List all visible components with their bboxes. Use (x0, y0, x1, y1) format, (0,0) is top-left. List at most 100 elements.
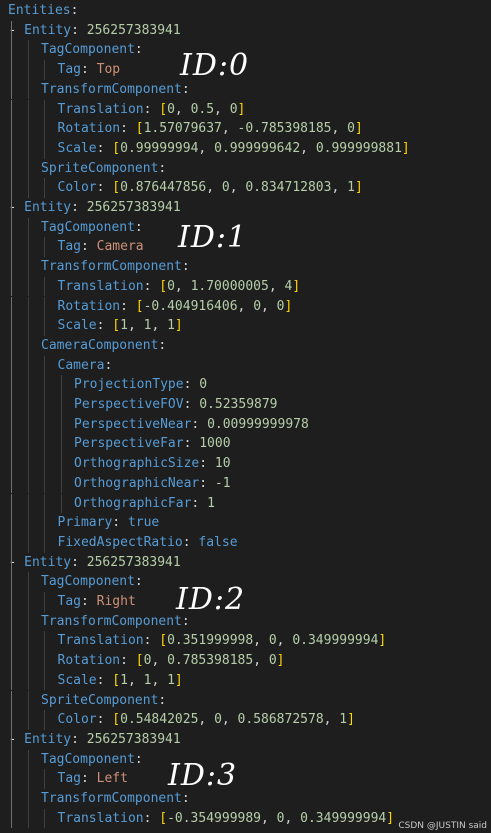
code-line[interactable]: - Entity: 256257383941 (9, 729, 181, 750)
yaml-key: Translation (57, 633, 144, 649)
code-line[interactable]: Color: [0.876447856, 0, 0.834712803, 1] (11, 178, 363, 198)
colon: : (134, 751, 151, 767)
code-line[interactable]: Translation: [0, 0.5, 0] (11, 99, 245, 120)
indent-guide (27, 690, 29, 711)
open-bracket: [ (135, 298, 144, 314)
indent-guide (44, 493, 45, 514)
yaml-key: Camera (57, 357, 105, 373)
code-line[interactable]: Color: [0.54842025, 0, 0.586872578, 1] (11, 710, 355, 730)
code-line[interactable]: CameraComponent: (11, 335, 175, 356)
code-line[interactable]: PerspectiveFar: 1000 (11, 434, 231, 455)
colon: : (71, 554, 87, 570)
yaml-key: Entity (24, 731, 72, 747)
code-line[interactable]: Tag: Right (11, 592, 136, 612)
colon: : (181, 791, 198, 806)
handwritten-annotation-3: ID:3 (168, 758, 238, 793)
colon: : (183, 397, 200, 412)
yaml-value: 256257383941 (86, 731, 181, 747)
indent-guide (11, 138, 12, 159)
code-line[interactable]: FixedAspectRatio: false (11, 532, 238, 553)
indent-guide (44, 237, 45, 258)
code-line[interactable]: TagComponent: (11, 217, 151, 238)
code-line[interactable]: Translation: [0, 1.70000005, 4] (11, 276, 300, 297)
code-line[interactable]: TransformComponent: (11, 257, 198, 277)
comma: , (151, 672, 168, 688)
indent-guide (27, 572, 29, 592)
colon: : (134, 574, 151, 590)
yaml-key: Entity (24, 22, 72, 38)
code-line[interactable]: TagComponent: (11, 40, 151, 61)
yaml-value: 1 (207, 495, 215, 511)
yaml-key: CameraComponent (41, 337, 159, 353)
comma: , (331, 180, 348, 196)
code-line[interactable]: Tag: Left (11, 769, 128, 789)
yaml-editor[interactable]: Entities: - Entity: 256257383941 TagCompo… (0, 0, 491, 833)
code-line[interactable]: Primary: true (11, 513, 159, 533)
indent-guide (27, 217, 29, 238)
array-value: 0 (276, 298, 285, 314)
code-line[interactable]: Scale: [1, 1, 1] (11, 316, 183, 336)
indent-guide (27, 355, 29, 376)
code-line[interactable]: Rotation: [-0.404916406, 0, 0] (11, 296, 292, 317)
code-line[interactable]: - Entity: 256257383941 (9, 198, 181, 218)
colon: : (158, 337, 175, 353)
indent-guide (60, 473, 62, 494)
array-value: 1.57079637 (143, 121, 222, 137)
code-line[interactable]: - Entity: 256257383941 (9, 20, 181, 41)
indent-guide (44, 276, 45, 297)
code-line[interactable]: ProjectionType: 0 (11, 375, 207, 395)
code-line[interactable]: Rotation: [0, 0.785398185, 0] (11, 651, 285, 671)
comma: , (331, 121, 348, 137)
comma: , (253, 633, 269, 649)
array-value: 0 (268, 653, 277, 669)
indent-guide (11, 316, 12, 336)
comma: , (268, 278, 285, 294)
code-line[interactable]: TransformComponent: (11, 611, 198, 632)
code-line[interactable]: Translation: [0.351999998, 0, 0.34999999… (11, 631, 386, 652)
code-line[interactable]: TagComponent: (11, 572, 151, 592)
code-line[interactable]: Translation: [-0.354999989, 0, 0.3499999… (11, 808, 394, 829)
indent-guide (27, 434, 29, 455)
code-line[interactable]: PerspectiveFOV: 0.52359879 (11, 395, 278, 415)
comma: , (261, 810, 277, 826)
code-line[interactable]: Camera: (11, 355, 121, 376)
yaml-key: TagComponent (41, 42, 135, 58)
code-line[interactable]: OrthographicSize: 10 (11, 454, 231, 474)
yaml-key: SpriteComponent (41, 692, 159, 708)
array-value: 0 (347, 121, 355, 137)
yaml-key: OrthographicNear (74, 475, 200, 491)
code-line[interactable]: - Entity: 256257383941 (9, 552, 181, 573)
yaml-value: Left (96, 771, 128, 787)
indent-guide (11, 99, 12, 120)
code-line[interactable]: Tag: Top (11, 60, 120, 80)
indent-guide (27, 395, 29, 415)
indent-guide (44, 395, 45, 415)
indent-guide (60, 434, 62, 455)
colon: : (143, 278, 160, 294)
code-line[interactable]: SpriteComponent: (11, 690, 174, 711)
code-line[interactable]: OrthographicFar: 1 (11, 493, 215, 514)
code-line[interactable]: PerspectiveNear: 0.00999999978 (11, 414, 309, 435)
code-line[interactable]: Rotation: [1.57079637, -0.785398185, 0] (11, 119, 363, 139)
indent-guide (60, 375, 62, 395)
code-line[interactable]: SpriteComponent: (11, 158, 174, 179)
indent-guide (44, 316, 45, 336)
indent-guide (11, 40, 12, 61)
code-line[interactable]: OrthographicNear: -1 (11, 473, 231, 494)
code-line[interactable]: TagComponent: (11, 749, 151, 770)
code-line[interactable]: Scale: [1, 1, 1] (11, 670, 183, 691)
yaml-key: Translation (57, 810, 144, 826)
open-bracket: [ (112, 712, 121, 728)
indent-guide (11, 454, 12, 474)
code-line[interactable]: Scale: [0.99999994, 0.999999642, 0.99999… (11, 138, 410, 159)
comma: , (151, 318, 168, 334)
array-value: 0.834712803 (245, 180, 332, 196)
code-line[interactable]: Entities: (8, 1, 86, 21)
yaml-key: Rotation (57, 298, 121, 314)
comma: , (127, 318, 144, 334)
open-bracket: [ (112, 140, 121, 156)
indent-guide (11, 808, 12, 829)
code-line[interactable]: TransformComponent: (11, 79, 198, 100)
handwritten-annotation-2: ID:2 (176, 582, 246, 617)
code-line[interactable]: Tag: Camera (11, 237, 144, 258)
